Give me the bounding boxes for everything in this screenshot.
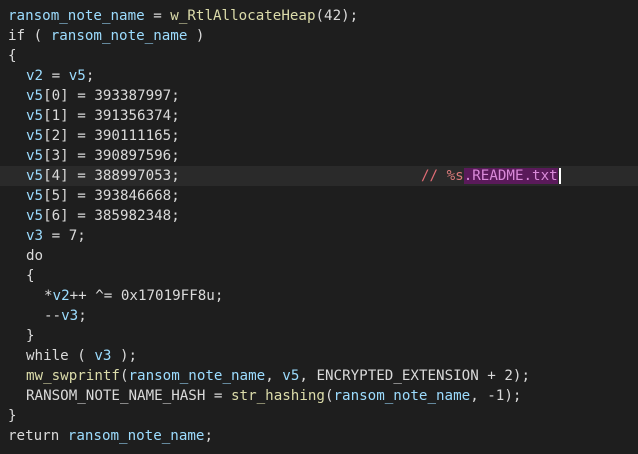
code-token: , ENCRYPTED_EXTENSION + 2); (299, 368, 530, 384)
code-token: ; (204, 428, 214, 444)
search-highlight[interactable]: .README.txt (463, 168, 558, 184)
code-token: [6] = 385982348; (43, 208, 180, 224)
text-cursor (558, 168, 561, 184)
variable-token[interactable]: ransom_note_name (129, 368, 266, 384)
variable-token[interactable]: v5 (69, 68, 86, 84)
variable-token[interactable]: v5 (26, 128, 43, 144)
code-token: if ( (8, 28, 51, 44)
code-line[interactable]: v5[3] = 390897596; (0, 146, 638, 166)
function-token[interactable]: str_hashing (231, 388, 325, 404)
code-token: (42); (315, 8, 359, 24)
code-line[interactable]: v5[0] = 393387997; (0, 86, 638, 106)
code-token: ; (85, 68, 95, 84)
code-line[interactable]: do (0, 246, 638, 266)
code-token: ; (78, 308, 87, 324)
variable-token[interactable]: v2 (26, 68, 43, 84)
variable-token[interactable]: v5 (26, 108, 43, 124)
code-line[interactable]: { (0, 46, 638, 66)
code-line[interactable]: ransom_note_name = w_RtlAllocateHeap(42)… (0, 6, 638, 26)
code-token: , (265, 368, 283, 384)
code-token: [5] = 393846668; (43, 188, 180, 204)
comment-format: %s (446, 168, 464, 184)
code-line[interactable]: *v2++ ^= 0x17019FF8u; (0, 286, 638, 306)
code-token: RANSOM_NOTE_NAME_HASH = (26, 388, 231, 404)
code-token: -- (44, 308, 62, 324)
code-token: } (26, 328, 35, 344)
code-token: = (43, 68, 69, 84)
code-token: while ( (26, 348, 95, 364)
code-line[interactable]: --v3; (0, 306, 638, 326)
code-token: [4] = 388997053; (43, 168, 180, 184)
code-token: ); (111, 348, 138, 364)
code-line[interactable]: while ( v3 ); (0, 346, 638, 366)
variable-token[interactable]: v2 (53, 288, 70, 304)
code-line[interactable]: return ransom_note_name; (0, 426, 638, 446)
variable-token[interactable]: v5 (26, 208, 43, 224)
variable-token[interactable]: ransom_note_name (8, 8, 145, 24)
function-token[interactable]: mw_swprintf (26, 368, 120, 384)
code-line[interactable]: v5[1] = 391356374; (0, 106, 638, 126)
code-line[interactable]: v5[6] = 385982348; (0, 206, 638, 226)
code-token: { (8, 48, 17, 64)
variable-token[interactable]: v5 (26, 148, 43, 164)
code-line[interactable]: v2 = v5; (0, 66, 638, 86)
comment-prefix: // (421, 168, 447, 184)
code-line[interactable]: v5[5] = 393846668; (0, 186, 638, 206)
variable-token[interactable]: v5 (282, 368, 299, 384)
code-token: * (44, 288, 53, 304)
code-line[interactable]: } (0, 406, 638, 426)
variable-token[interactable]: ransom_note_name (68, 428, 205, 444)
code-token: [0] = 393387997; (43, 88, 180, 104)
code-line[interactable]: } (0, 326, 638, 346)
code-token: = 7; (43, 228, 86, 244)
code-token: return (8, 428, 68, 444)
code-token: { (26, 268, 35, 284)
comment: // %s.README.txt (421, 166, 561, 186)
code-token: ++ ^= 0x17019FF8u; (69, 288, 224, 304)
code-token: ( (324, 388, 334, 404)
code-token: = (144, 8, 171, 24)
code-token: ) (187, 28, 205, 44)
code-token: ( (119, 368, 129, 384)
variable-token[interactable]: v5 (26, 168, 43, 184)
variable-token[interactable]: v5 (26, 88, 43, 104)
code-token: [3] = 390897596; (43, 148, 180, 164)
code-line[interactable]: v3 = 7; (0, 226, 638, 246)
code-line[interactable]: v5[4] = 388997053; // %s.README.txt (0, 166, 638, 186)
variable-token[interactable]: ransom_note_name (334, 388, 471, 404)
code-token: [1] = 391356374; (43, 108, 180, 124)
code-line[interactable]: if ( ransom_note_name ) (0, 26, 638, 46)
code-line[interactable]: v5[2] = 390111165; (0, 126, 638, 146)
code-line[interactable]: mw_swprintf(ransom_note_name, v5, ENCRYP… (0, 366, 638, 386)
code-line[interactable]: RANSOM_NOTE_NAME_HASH = str_hashing(rans… (0, 386, 638, 406)
variable-token[interactable]: v3 (94, 348, 111, 364)
variable-token[interactable]: v3 (61, 308, 78, 324)
code-line[interactable]: { (0, 266, 638, 286)
variable-token[interactable]: v5 (26, 188, 43, 204)
code-token: , -1); (470, 388, 522, 404)
pseudocode-view[interactable]: ransom_note_name = w_RtlAllocateHeap(42)… (0, 6, 638, 446)
function-token[interactable]: w_RtlAllocateHeap (170, 8, 315, 24)
variable-token[interactable]: ransom_note_name (51, 28, 188, 44)
code-token: do (26, 248, 44, 264)
code-token: } (8, 408, 17, 424)
code-token: [2] = 390111165; (43, 128, 180, 144)
variable-token[interactable]: v3 (26, 228, 43, 244)
